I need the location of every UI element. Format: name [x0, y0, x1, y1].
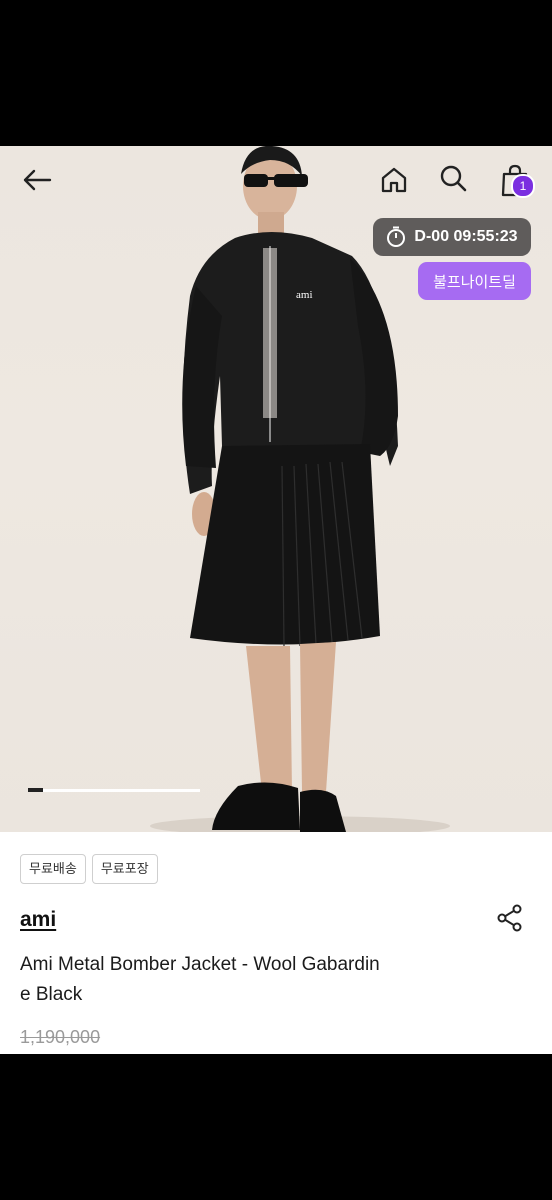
product-info-panel: 무료배송 무료포장 ami Ami Metal Bomber Jacket - …	[0, 832, 552, 1054]
product-title-line2: e Black	[20, 984, 83, 1005]
brand-link[interactable]: ami	[20, 908, 56, 932]
countdown-timer: D-00 09:55:23	[373, 218, 531, 256]
stopwatch-icon	[387, 226, 406, 247]
share-button[interactable]	[494, 902, 526, 934]
search-button[interactable]	[433, 158, 473, 198]
tag-free-wrapping: 무료포장	[91, 854, 158, 884]
arrow-left-icon	[23, 169, 52, 191]
home-icon	[381, 167, 407, 193]
product-title: Ami Metal Bomber Jacket - Wool Gabardin …	[20, 950, 460, 1010]
product-title-line1: Ami Metal Bomber Jacket - Wool Gabardin	[20, 954, 380, 975]
shipping-tags: 무료배송 무료포장	[20, 854, 158, 884]
status-bar-area	[0, 0, 552, 146]
product-image-gallery[interactable]: ami 1 D-00 09:55:23 불프나이트딜	[0, 146, 552, 832]
deal-badge-button[interactable]: 불프나이트딜	[418, 262, 531, 300]
home-button[interactable]	[374, 160, 414, 200]
back-button[interactable]	[14, 162, 60, 198]
share-icon	[497, 904, 522, 932]
gallery-progress-fill	[28, 788, 44, 792]
countdown-text: D-00 09:55:23	[414, 228, 518, 245]
search-icon	[440, 165, 467, 192]
cart-button[interactable]: 1	[493, 158, 537, 202]
gallery-progress	[28, 788, 200, 792]
deal-label: 불프나이트딜	[433, 273, 516, 291]
jacket-logo: ami	[296, 289, 313, 301]
tag-free-shipping: 무료배송	[20, 854, 86, 884]
cart-count-badge: 1	[511, 174, 535, 198]
original-price: 1,190,000	[20, 1027, 101, 1047]
navigation-bar-area	[0, 1054, 552, 1200]
